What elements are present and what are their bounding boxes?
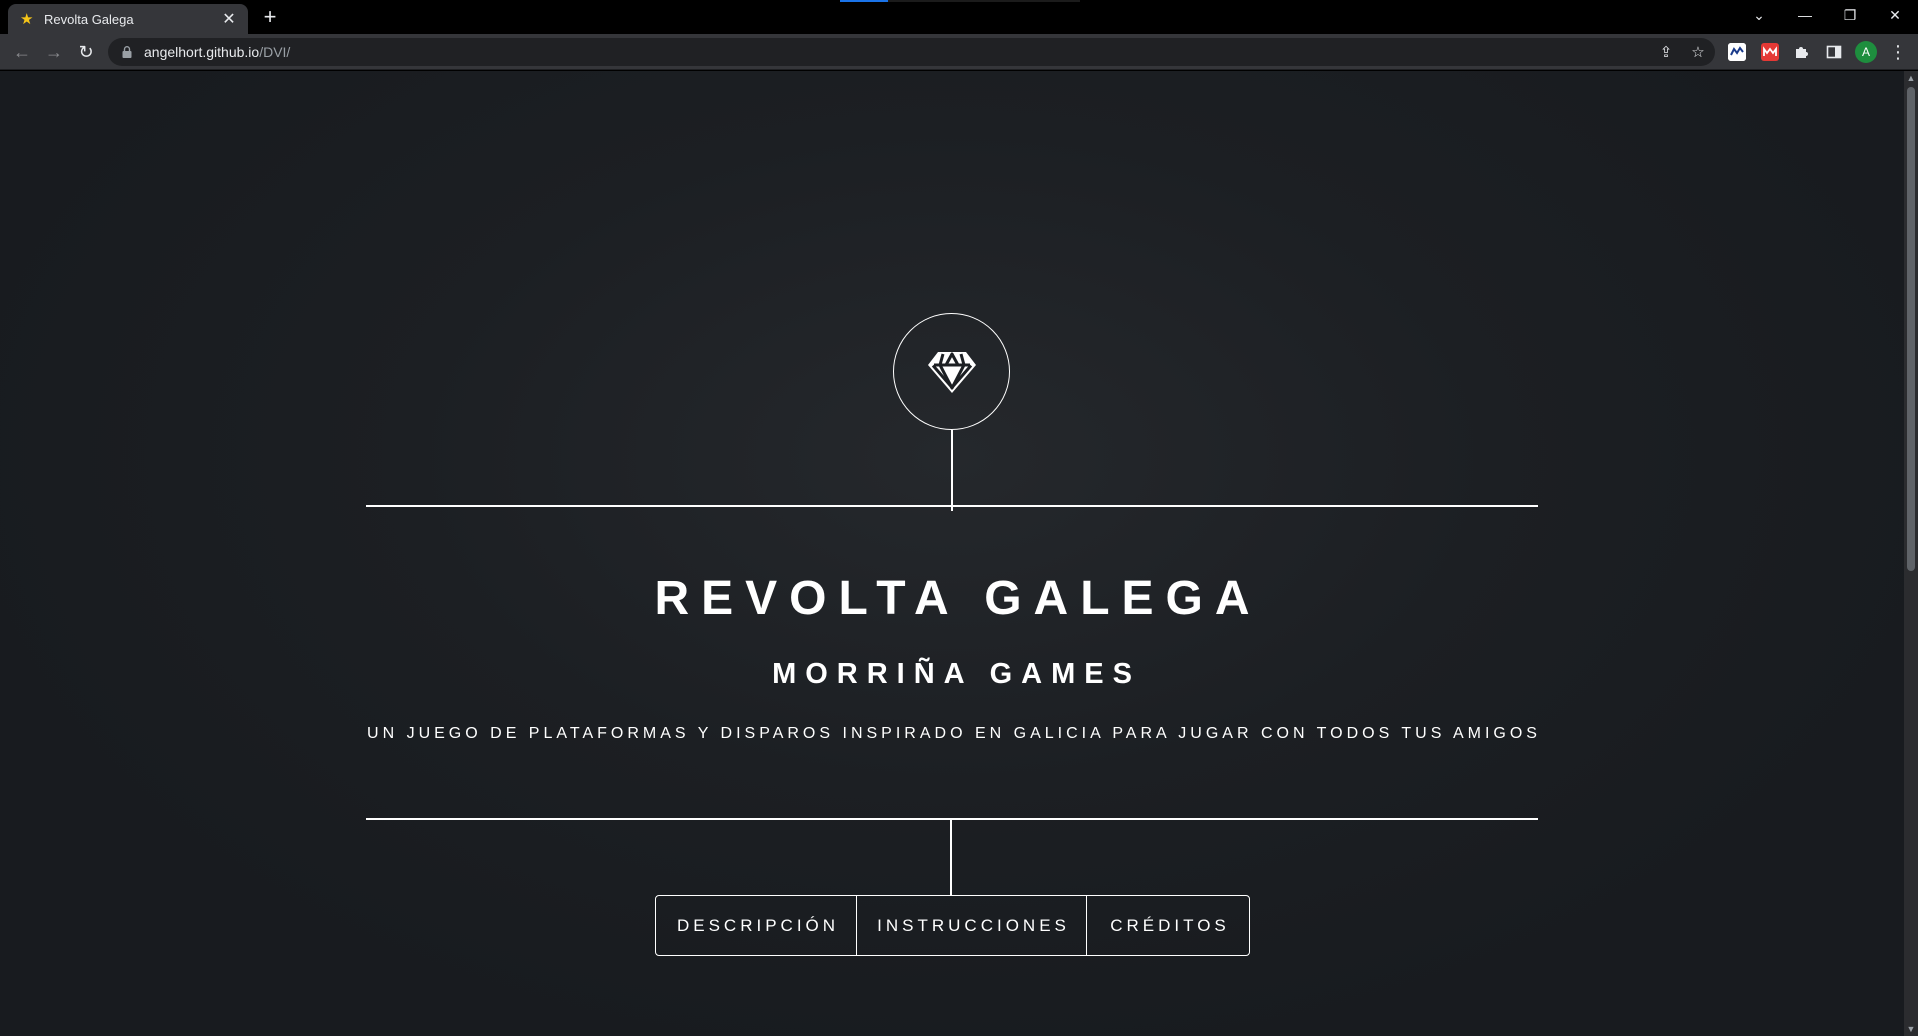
extension-1-icon[interactable] [1728, 43, 1746, 61]
active-tab[interactable]: ★ Revolta Galega ✕ [8, 4, 248, 34]
tab-close-icon[interactable]: ✕ [220, 9, 238, 29]
scroll-up-icon[interactable]: ▲ [1904, 71, 1918, 85]
tab-title: Revolta Galega [44, 11, 134, 27]
back-button[interactable]: ← [8, 38, 36, 66]
scroll-down-icon[interactable]: ▼ [1904, 1022, 1918, 1036]
menu-connector-line [950, 819, 952, 895]
section-menu: DESCRIPCIÓN INSTRUCCIONES CRÉDITOS [655, 895, 1250, 956]
scrollbar-thumb[interactable] [1907, 87, 1915, 571]
forward-button[interactable]: → [40, 38, 68, 66]
new-tab-button[interactable]: + [256, 4, 284, 32]
top-divider [366, 505, 1538, 507]
page-title: REVOLTA GALEGA [654, 572, 1262, 625]
close-window-button[interactable]: ✕ [1872, 0, 1918, 30]
puzzle-icon[interactable] [1793, 43, 1811, 61]
nav-item-creditos[interactable]: CRÉDITOS [1086, 896, 1249, 955]
url-path: /DVI/ [259, 44, 291, 60]
extension-2-icon[interactable] [1761, 43, 1779, 61]
bottom-divider [366, 818, 1538, 820]
address-bar[interactable]: angelhort.github.io/DVI/ ⇪ ☆ [108, 38, 1715, 66]
tab-strip: ★ Revolta Galega ✕ + ⌄ — ❐ ✕ [0, 0, 1918, 34]
lock-icon [122, 46, 132, 58]
page-scrollbar[interactable]: ▲ ▼ [1904, 71, 1918, 1036]
share-icon[interactable]: ⇪ [1657, 43, 1675, 61]
logo-circle [893, 313, 1010, 430]
bookmark-star-icon[interactable]: ☆ [1689, 43, 1707, 61]
tab-search-button[interactable]: ⌄ [1736, 0, 1782, 30]
tab-strip-indicator [840, 0, 1080, 2]
tagline: UN JUEGO DE PLATAFORMAS Y DISPAROS INSPI… [367, 725, 1541, 742]
nav-item-descripcion[interactable]: DESCRIPCIÓN [656, 896, 856, 955]
restore-button[interactable]: ❐ [1827, 0, 1873, 30]
browser-toolbar: ← → ↻ angelhort.github.io/DVI/ ⇪ ☆ A ⋮ [0, 34, 1918, 70]
nav-item-instrucciones[interactable]: INSTRUCCIONES [856, 896, 1086, 955]
star-icon: ★ [20, 10, 34, 28]
reload-button[interactable]: ↻ [72, 38, 100, 66]
url-host: angelhort.github.io [144, 44, 260, 60]
studio-subtitle: MORRIÑA GAMES [772, 658, 1141, 690]
browser-menu-icon[interactable]: ⋮ [1886, 38, 1910, 66]
page-content: REVOLTA GALEGA MORRIÑA GAMES UN JUEGO DE… [0, 71, 1904, 1036]
sidepanel-icon[interactable] [1825, 43, 1843, 61]
profile-avatar[interactable]: A [1855, 41, 1877, 63]
minimize-button[interactable]: — [1782, 0, 1828, 30]
logo-connector-line [951, 430, 953, 511]
diamond-icon [927, 351, 976, 393]
